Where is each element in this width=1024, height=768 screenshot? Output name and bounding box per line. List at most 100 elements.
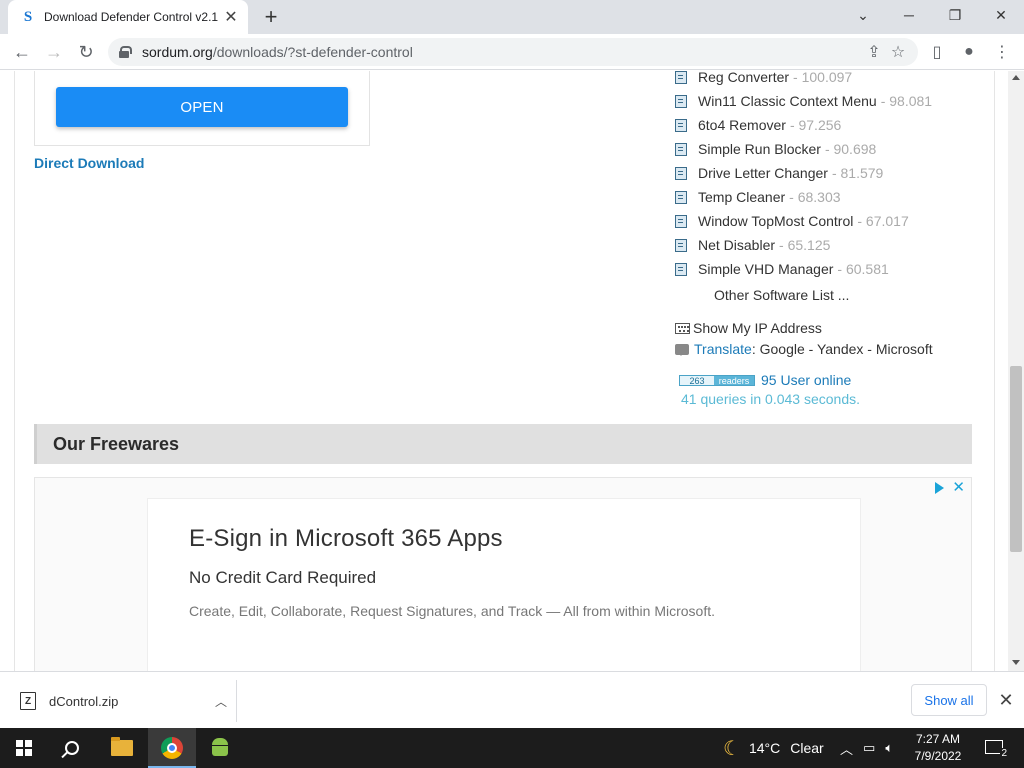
search-icon — [65, 741, 79, 755]
scroll-up-icon[interactable] — [1012, 75, 1020, 80]
software-name[interactable]: Net Disabler — [698, 237, 775, 253]
scrollbar-thumb[interactable] — [1010, 366, 1022, 552]
forward-arrow-icon[interactable]: → — [41, 39, 67, 65]
software-name[interactable]: Drive Letter Changer — [698, 165, 828, 181]
readers-label: readers — [714, 375, 754, 386]
close-window-button[interactable]: ✕ — [978, 0, 1024, 30]
readers-badge[interactable]: 263 readers — [679, 374, 755, 386]
volume-icon[interactable]: 🔈︎ — [885, 740, 893, 756]
software-name[interactable]: Win11 Classic Context Menu — [698, 93, 877, 109]
tab-search-chevron-icon[interactable]: ⌄ — [840, 0, 886, 30]
network-icon[interactable]: ▭ — [863, 740, 875, 756]
document-icon — [675, 262, 687, 276]
software-name[interactable]: Temp Cleaner — [698, 189, 785, 205]
ad-close-icon[interactable]: ✕ — [952, 480, 965, 495]
lock-icon[interactable] — [118, 46, 132, 58]
browser-tab[interactable]: S Download Defender Control v2.1 ✕ — [8, 0, 248, 34]
software-list-item[interactable]: Drive Letter Changer - 81.579 — [675, 161, 995, 185]
speech-bubble-icon — [675, 343, 689, 356]
software-name[interactable]: Simple Run Blocker — [698, 141, 821, 157]
adchoices-play-icon[interactable] — [935, 482, 945, 494]
side-panel-icon[interactable]: ▯ — [925, 40, 949, 64]
system-tray: ︿ ▭ 🔈︎ — [840, 728, 893, 768]
download-file-name[interactable]: dControl.zip — [49, 694, 206, 709]
software-list-item[interactable]: 6to4 Remover - 97.256 — [675, 113, 995, 137]
profile-icon[interactable]: ● — [957, 40, 981, 64]
notification-center-button[interactable]: 2 — [982, 736, 1008, 759]
document-icon — [675, 71, 687, 84]
show-ip-link[interactable]: Show My IP Address — [675, 320, 822, 336]
minimize-button[interactable]: ─ — [886, 0, 932, 30]
tray-chevron-up-icon[interactable]: ︿ — [840, 739, 853, 758]
back-arrow-icon[interactable]: ← — [9, 39, 35, 65]
more-menu-icon[interactable]: ⋮ — [990, 40, 1014, 64]
ad-title[interactable]: E-Sign in Microsoft 365 Apps — [189, 525, 503, 553]
software-name[interactable]: Window TopMost Control — [698, 213, 853, 229]
download-count: - 67.017 — [857, 213, 909, 229]
download-count: - 65.125 — [779, 237, 831, 253]
browser-toolbar: ← → ↻ sordum.org/downloads/?st-defender-… — [0, 34, 1024, 70]
page-scrollbar[interactable] — [1008, 71, 1024, 671]
weather-widget[interactable]: ☾ 14°C Clear — [723, 728, 824, 768]
download-count: - 90.698 — [824, 141, 877, 157]
software-list-item[interactable]: Reg Converter - 100.097 — [675, 71, 995, 89]
software-list-item[interactable]: Window TopMost Control - 67.017 — [675, 209, 995, 233]
restore-button[interactable]: ❐ — [932, 0, 978, 30]
temperature: 14°C — [748, 740, 781, 756]
direct-download-link[interactable]: Direct Download — [34, 155, 144, 171]
document-icon — [675, 166, 687, 180]
url-text: sordum.org/downloads/?st-defender-contro… — [142, 44, 413, 60]
clock-date: 7/9/2022 — [914, 749, 962, 763]
readers-widget: 263 readers 95 User online — [679, 372, 851, 388]
software-name[interactable]: 6to4 Remover — [698, 117, 786, 133]
taskbar-search-button[interactable] — [48, 728, 96, 768]
new-tab-button[interactable]: + — [259, 4, 283, 29]
show-all-button[interactable]: Show all — [911, 684, 987, 716]
weather-condition: Clear — [790, 740, 824, 756]
download-item[interactable]: Z dControl.zip ︿ — [8, 680, 237, 722]
close-shelf-icon[interactable]: ✕ — [996, 688, 1016, 712]
software-name[interactable]: Simple VHD Manager — [698, 261, 833, 277]
software-list-item[interactable]: Temp Cleaner - 68.303 — [675, 185, 995, 209]
start-button[interactable] — [0, 728, 48, 768]
scroll-down-icon[interactable] — [1012, 660, 1020, 665]
download-count: - 60.581 — [837, 261, 889, 277]
open-button[interactable]: OPEN — [56, 87, 348, 127]
translate-options[interactable]: : Google - Yandex - Microsoft — [752, 341, 933, 357]
downloads-shelf: Z dControl.zip ︿ Show all ✕ — [0, 671, 1024, 728]
download-count: - 81.579 — [831, 165, 884, 181]
system-clock[interactable]: 7:27 AM 7/9/2022 — [904, 731, 972, 765]
software-list-item[interactable]: Simple Run Blocker - 90.698 — [675, 137, 995, 161]
taskbar-chrome[interactable] — [148, 728, 196, 768]
software-list-item[interactable]: Simple VHD Manager - 60.581 — [675, 257, 995, 281]
translate-link[interactable]: Translate — [694, 341, 752, 357]
freewares-section-header: Our Freewares — [34, 424, 972, 464]
taskbar-file-explorer[interactable] — [98, 728, 146, 768]
star-icon[interactable]: ☆ — [886, 40, 910, 64]
software-list-item[interactable]: Win11 Classic Context Menu - 98.081 — [675, 89, 995, 113]
other-software-link[interactable]: Other Software List ... — [714, 287, 849, 303]
show-ip-label[interactable]: Show My IP Address — [693, 320, 822, 336]
software-list-item[interactable]: Net Disabler - 65.125 — [675, 233, 995, 257]
readers-count: 263 — [680, 375, 714, 386]
ad-frame: ✕ E-Sign in Microsoft 365 Apps No Credit… — [34, 477, 972, 671]
tab-title: Download Defender Control v2.1 — [44, 10, 219, 24]
tab-close-icon[interactable]: ✕ — [222, 8, 240, 26]
address-bar[interactable]: sordum.org/downloads/?st-defender-contro… — [108, 38, 918, 66]
taskbar-android-app[interactable] — [196, 728, 244, 768]
reload-icon[interactable]: ↻ — [73, 39, 99, 65]
folder-icon — [111, 737, 133, 756]
android-icon — [211, 738, 229, 758]
software-name[interactable]: Reg Converter — [698, 71, 789, 85]
zip-file-icon: Z — [20, 692, 36, 710]
section-title: Our Freewares — [53, 434, 180, 454]
ad-card[interactable]: E-Sign in Microsoft 365 Apps No Credit C… — [147, 498, 861, 671]
ad-subtitle: No Credit Card Required — [189, 568, 377, 587]
document-icon — [675, 238, 687, 252]
content-border-left — [14, 71, 15, 671]
download-count: - 68.303 — [789, 189, 841, 205]
translate-line: Translate : Google - Yandex - Microsoft — [675, 341, 933, 357]
chevron-up-icon[interactable]: ︿ — [206, 693, 236, 710]
share-icon[interactable]: ⇪ — [862, 40, 886, 64]
ad-choices[interactable]: ✕ — [935, 480, 965, 495]
